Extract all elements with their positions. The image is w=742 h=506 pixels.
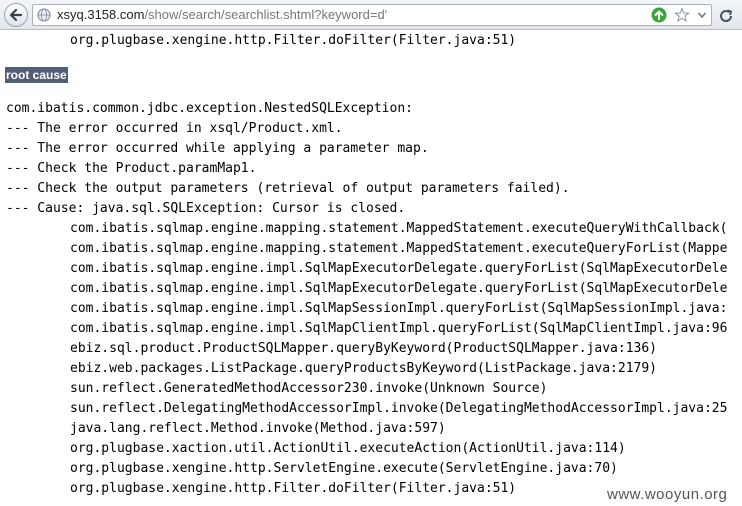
address-bar[interactable]: xsyq.3158.com/show/search/searchlist.sht… bbox=[32, 4, 712, 26]
stack-frame: org.plugbase.xaction.util.ActionUtil.exe… bbox=[70, 441, 626, 456]
exception-line: --- The error occurred in xsql/Product.x… bbox=[6, 121, 343, 136]
stack-frame: sun.reflect.DelegatingMethodAccessorImpl… bbox=[70, 401, 728, 416]
watermark: www.wooyun.org bbox=[607, 486, 728, 503]
globe-icon bbox=[37, 8, 51, 22]
exception-line: --- Check the output parameters (retriev… bbox=[6, 181, 570, 196]
back-button[interactable] bbox=[4, 3, 28, 27]
exception-line: --- Cause: java.sql.SQLException: Cursor… bbox=[6, 201, 406, 216]
stack-frame: com.ibatis.sqlmap.engine.impl.SqlMapExec… bbox=[70, 261, 728, 276]
chevron-down-icon bbox=[697, 12, 707, 19]
exception-message: com.ibatis.common.jdbc.exception.NestedS… bbox=[6, 99, 570, 219]
stack-frame: com.ibatis.sqlmap.engine.impl.SqlMapSess… bbox=[70, 301, 728, 316]
root-cause-heading: root cause bbox=[5, 67, 68, 83]
stack-frame: org.plugbase.xengine.http.ServletEngine.… bbox=[70, 461, 618, 476]
exception-line: --- Check the Product.paramMap1. bbox=[6, 161, 257, 176]
error-page: org.plugbase.xengine.http.Filter.doFilte… bbox=[0, 30, 742, 506]
stack-frame: com.ibatis.sqlmap.engine.mapping.stateme… bbox=[70, 241, 728, 256]
go-button[interactable] bbox=[651, 7, 667, 28]
stack-frame: ebiz.web.packages.ListPackage.queryProdu… bbox=[70, 361, 657, 376]
stack-frame: com.ibatis.sqlmap.engine.impl.SqlMapExec… bbox=[70, 281, 728, 296]
back-arrow-icon bbox=[9, 8, 23, 22]
stack-trace: com.ibatis.sqlmap.engine.mapping.stateme… bbox=[70, 219, 727, 499]
exception-line: com.ibatis.common.jdbc.exception.NestedS… bbox=[6, 101, 413, 116]
go-arrow-icon bbox=[651, 7, 667, 23]
exception-line: --- The error occurred while applying a … bbox=[6, 141, 429, 156]
reload-icon bbox=[720, 9, 733, 22]
url-text: xsyq.3158.com/show/search/searchlist.sht… bbox=[57, 7, 387, 23]
stack-frame: sun.reflect.GeneratedMethodAccessor230.i… bbox=[70, 381, 548, 396]
stack-frame: com.ibatis.sqlmap.engine.mapping.stateme… bbox=[70, 221, 728, 236]
star-icon bbox=[674, 7, 690, 22]
history-dropdown-button[interactable] bbox=[697, 7, 707, 28]
stack-frame-top: org.plugbase.xengine.http.Filter.doFilte… bbox=[70, 33, 517, 48]
browser-toolbar: xsyq.3158.com/show/search/searchlist.sht… bbox=[0, 0, 742, 30]
stack-frame: com.ibatis.sqlmap.engine.impl.SqlMapClie… bbox=[70, 321, 728, 336]
url-path: /show/search/searchlist.shtml?keyword=d' bbox=[144, 7, 388, 22]
bookmark-button[interactable] bbox=[674, 7, 690, 28]
reload-button[interactable] bbox=[718, 8, 734, 24]
stack-frame: java.lang.reflect.Method.invoke(Method.j… bbox=[70, 421, 446, 436]
url-host: xsyq.3158.com bbox=[57, 7, 145, 22]
stack-frame: ebiz.sql.product.ProductSQLMapper.queryB… bbox=[70, 341, 657, 356]
address-bar-actions bbox=[648, 7, 707, 23]
